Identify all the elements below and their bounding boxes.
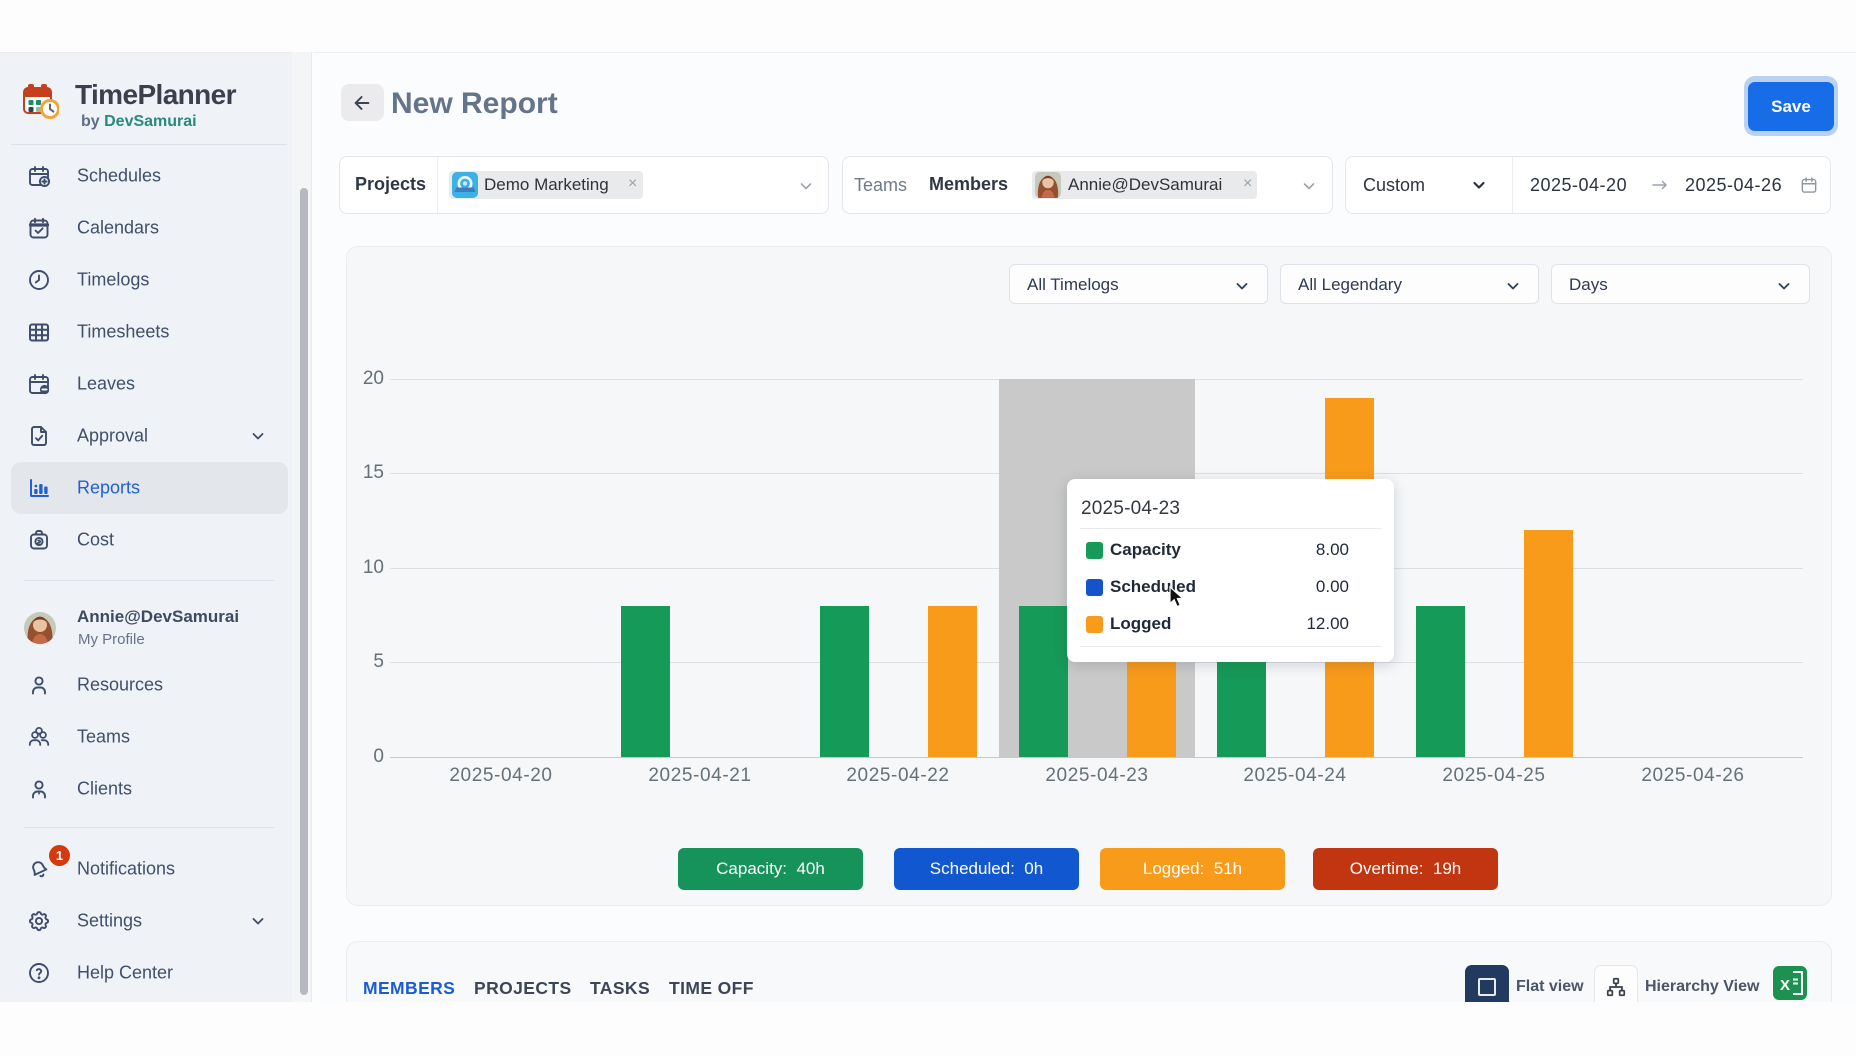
svg-text:X: X — [1780, 977, 1790, 994]
